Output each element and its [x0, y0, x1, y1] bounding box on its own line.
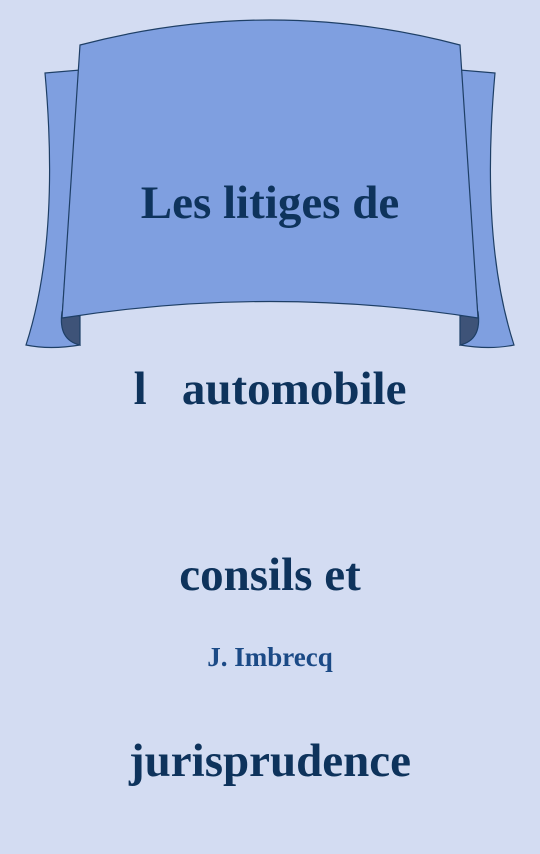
author-name: J. Imbrecq	[207, 642, 333, 672]
title-line-2: l automobile	[133, 363, 407, 415]
book-title: Les litiges de l automobile consils et j…	[0, 48, 540, 854]
title-line-4: jurisprudence	[129, 735, 411, 787]
title-line-3: consils et	[179, 549, 361, 601]
title-line-1: Les litiges de	[140, 177, 400, 229]
